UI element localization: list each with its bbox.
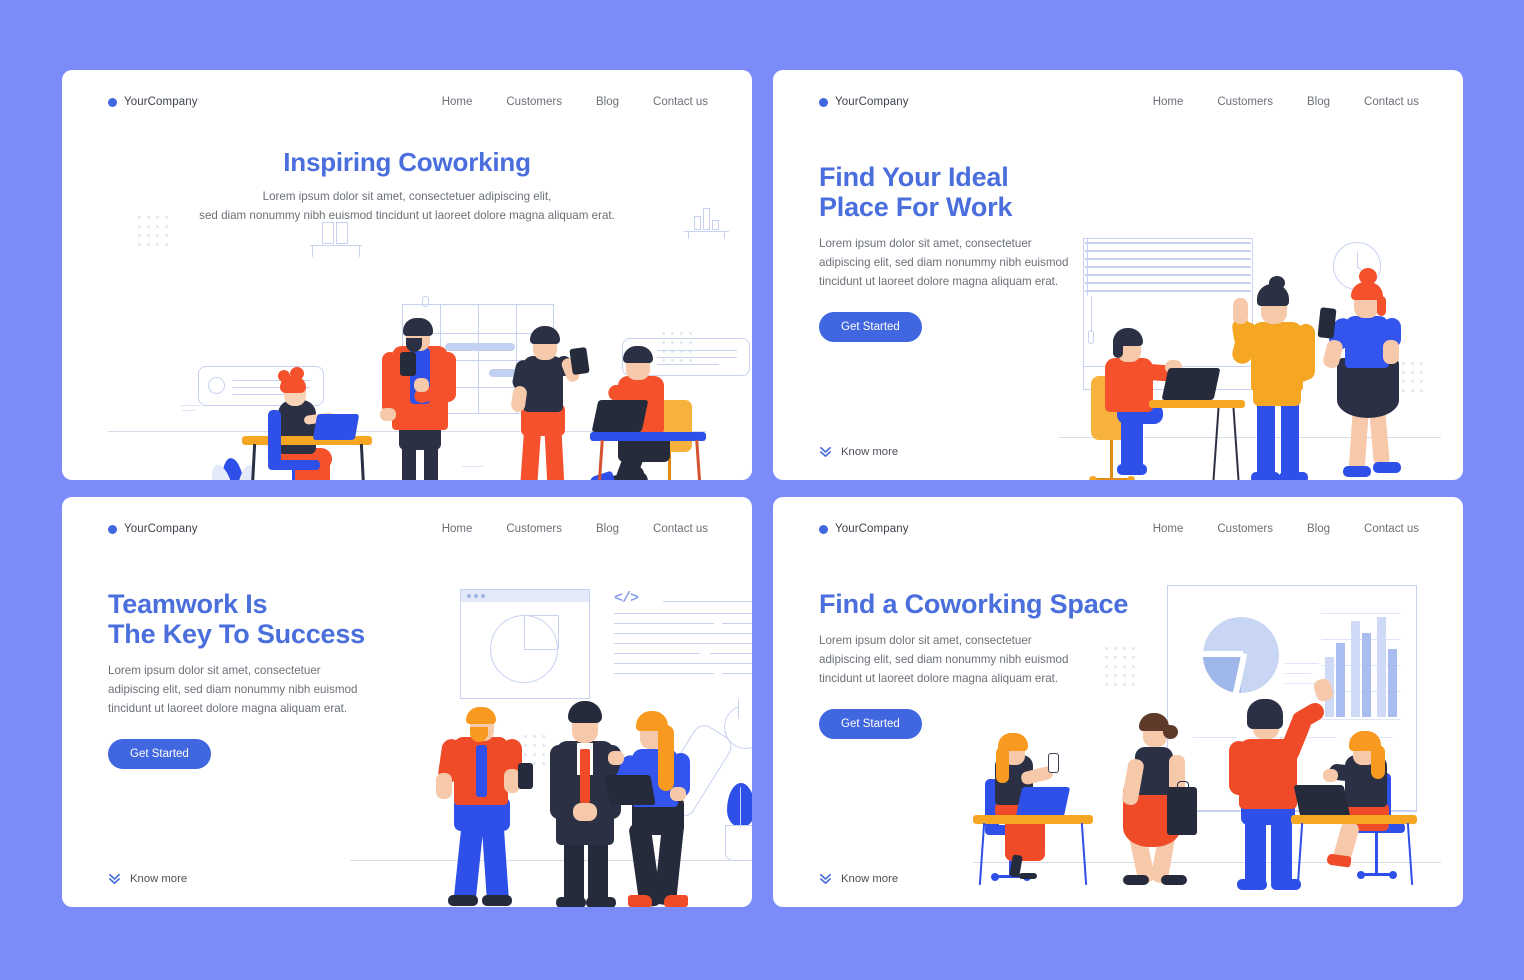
illustration-office-window [773,70,1463,480]
person-hand-pointing [1233,298,1248,324]
laptop [604,775,656,805]
landing-page-set: YourCompany Home Customers Blog Contact … [0,0,1524,980]
smartphone [1048,753,1059,773]
person-shoe [1117,464,1147,475]
landing-page-panel-3: YourCompany Home Customers Blog Contact … [62,497,752,907]
desk [973,815,1093,824]
person-hand [1323,769,1338,782]
necktie [476,745,487,797]
landing-page-panel-1: YourCompany Home Customers Blog Contact … [62,70,752,480]
laptop [1293,785,1351,817]
person-hair [623,346,653,363]
person-shoe [448,895,478,906]
person-leg [1257,396,1275,480]
person-hair [530,326,560,344]
illustration-coworking-office [62,70,752,480]
person-shoe [1237,879,1267,890]
person-leg [1245,815,1266,887]
smartphone [518,763,533,789]
window-blinds [1085,242,1251,244]
dot-grid-decoration [1105,647,1135,686]
person-hair [1247,699,1283,729]
person-hair [568,701,602,723]
laptop [312,414,360,440]
person-shoe [556,897,586,907]
smartphone [1317,307,1337,339]
illustration-teamwork: </> [62,497,752,907]
tablet [400,352,416,376]
necktie [580,749,590,803]
desk [1291,815,1417,824]
floor-line [973,861,1441,863]
check-circle-icon [208,377,225,394]
desk [1149,400,1245,408]
person-torso [278,400,316,454]
briefcase [1167,787,1197,835]
person-heel [1326,853,1352,868]
person-hands [573,803,597,821]
person-arm [1229,741,1249,795]
person-heel [628,895,652,907]
chair [268,410,281,466]
landing-page-panel-4: YourCompany Home Customers Blog Contact … [773,497,1463,907]
illustration-presentation [773,497,1463,907]
person-hair [403,318,433,336]
person-shoe [1123,875,1149,885]
laptop [591,400,649,432]
hair-bun [1163,725,1178,739]
browser-dot [467,594,471,598]
desk [590,432,706,441]
person-torso [1251,322,1303,392]
person-shoe [1343,466,1371,477]
person-shoe [1251,472,1280,480]
dot-grid-decoration [524,735,545,765]
bar-chart-icon [694,216,701,230]
code-line [663,601,752,603]
person-arm [550,745,569,819]
person-sleeve [382,352,398,414]
person-hair [466,707,496,724]
shelf-icon [322,222,334,244]
person-shoe [588,470,616,480]
person-hand [608,751,624,765]
person-hand [380,408,396,421]
code-tag-icon: </> [614,590,639,607]
laptop [1161,368,1221,400]
landing-page-panel-2: YourCompany Home Customers Blog Contact … [773,70,1463,480]
plant-pot [725,825,752,861]
dot-grid-decoration [138,216,168,246]
laptop [1015,787,1071,817]
smartphone [569,346,590,376]
